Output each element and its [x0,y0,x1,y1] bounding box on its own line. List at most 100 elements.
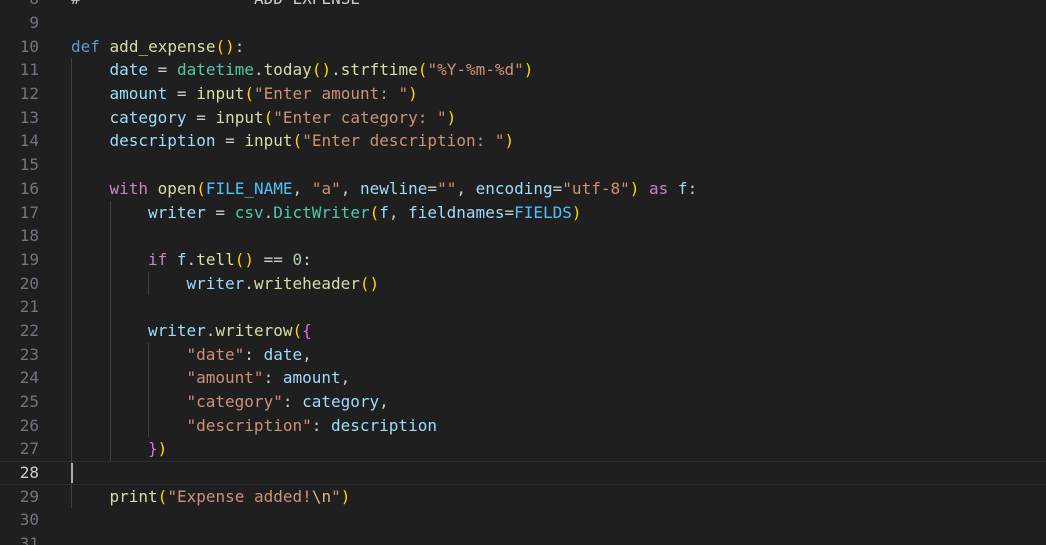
code-token: input [215,107,264,127]
code-lines[interactable]: 8 # ADD EXPENSE910def add_expense():11dat… [0,0,1046,545]
code-token: ( [359,273,370,293]
code-line[interactable]: 13 category = input("Enter category: ") [0,105,1046,130]
code-token: . [331,60,341,80]
indent-guide [71,176,72,201]
indent-guide [109,437,111,462]
code-token: encoding [475,178,553,198]
indent-guide [71,105,72,130]
code-token: ) [369,273,380,293]
line-number: 19 [19,249,39,269]
code-line[interactable]: 19 if f.tell() == 0: [0,247,1046,272]
code-token: ADD EXPENSE [81,0,360,8]
code-token: } [148,439,158,459]
code-token: "Enter description: " [302,131,505,151]
code-token: == [254,249,293,269]
line-number: 29 [19,486,39,506]
code-line[interactable]: 16 with open(FILE_NAME, "a", newline="", … [0,176,1046,201]
line-number: 21 [19,297,39,317]
code-token: writeheader [253,273,360,293]
code-token: , [340,178,360,198]
code-token: , [302,344,312,364]
line-number: 22 [19,320,39,340]
code-token: ) [225,36,235,56]
code-text: # ADD EXPENSE [71,0,360,11]
code-token: ) [523,60,534,80]
line-number: 28 [19,463,39,483]
code-text: date = datetime.today().strftime("%Y-%m-… [110,58,534,82]
code-token: writer [148,202,206,222]
indent-guide [71,366,72,390]
line-number: 23 [19,344,39,364]
code-token: description [331,415,437,435]
line-number: 16 [19,178,39,198]
code-line[interactable]: 23 "date": date, [0,342,1046,367]
code-line[interactable]: 14 description = input("Enter description… [0,129,1046,154]
code-line[interactable]: 28 [0,461,1046,485]
code-token: { [302,320,312,340]
code-token: def [71,36,100,56]
code-token: , [456,178,476,198]
code-token: , [292,178,312,198]
code-token: category [109,107,187,127]
indent-guide [71,129,72,154]
indent-guide [71,437,72,462]
code-token: . [186,249,197,269]
code-editor[interactable]: 8 # ADD EXPENSE910def add_expense():11dat… [0,0,1046,545]
code-token: ( [263,107,274,127]
code-token: " [331,486,341,506]
code-token: "category" [186,392,283,411]
code-token: fieldnames [408,202,505,222]
line-number: 13 [19,107,39,127]
indent-guide [71,200,72,225]
code-token: : [302,249,312,269]
code-text: writer = csv.DictWriter(f, fieldnames=FI… [148,201,582,225]
code-token: f [379,202,389,222]
code-token: "Expense added! [167,486,312,506]
code-line[interactable]: 26 "description": description [0,413,1046,438]
code-token: : [244,344,264,364]
code-line[interactable]: 29 print("Expense added!\n") [0,484,1046,509]
code-token: with [109,178,149,198]
text-cursor [71,463,73,484]
code-line[interactable]: 11 date = datetime.today().strftime("%Y-%… [0,58,1046,83]
code-line[interactable]: 15 [0,153,1046,177]
code-line[interactable]: 10 def add_expense(): [0,35,1046,59]
code-token: ) [408,84,418,104]
indent-guide [71,318,72,343]
code-line[interactable]: 8 # ADD EXPENSE [0,0,1046,11]
line-number: 8 [0,0,39,11]
code-token: = [186,107,216,127]
code-token: "Enter amount: " [254,84,409,104]
code-token: ( [244,84,255,104]
code-line[interactable]: 31 [0,532,1046,545]
code-text: "category": category, [187,390,389,414]
code-token: . [244,273,254,293]
code-line[interactable]: 24 "amount": amount, [0,366,1046,390]
code-token: open [157,178,197,198]
code-line[interactable]: 22 writer.writerow({ [0,318,1046,343]
indent-guide [148,271,149,296]
code-line[interactable]: 18 [0,224,1046,248]
code-line[interactable]: 21 [0,295,1046,319]
code-token: category [302,392,380,411]
code-token: \n [311,486,332,506]
code-text: "description": description [187,414,437,438]
code-text: writer.writeheader() [187,272,380,296]
code-line[interactable]: 12 amount = input("Enter amount: ") [0,82,1046,106]
code-token: f [176,249,187,269]
code-token: . [263,202,274,222]
code-token: add_expense [109,36,216,56]
code-line[interactable]: 20 writer.writeheader() [0,271,1046,296]
line-number: 15 [19,155,39,175]
code-line[interactable]: 17 writer = csv.DictWriter(f, fieldnames=… [0,200,1046,225]
code-token: csv [234,202,264,222]
indent-guide [71,342,72,367]
line-number: 20 [19,273,39,293]
code-line[interactable]: 25 "category": category, [0,390,1046,414]
code-line[interactable]: 27}) [0,437,1046,462]
code-line[interactable]: 30 [0,508,1046,532]
code-line[interactable]: 9 [0,11,1046,35]
